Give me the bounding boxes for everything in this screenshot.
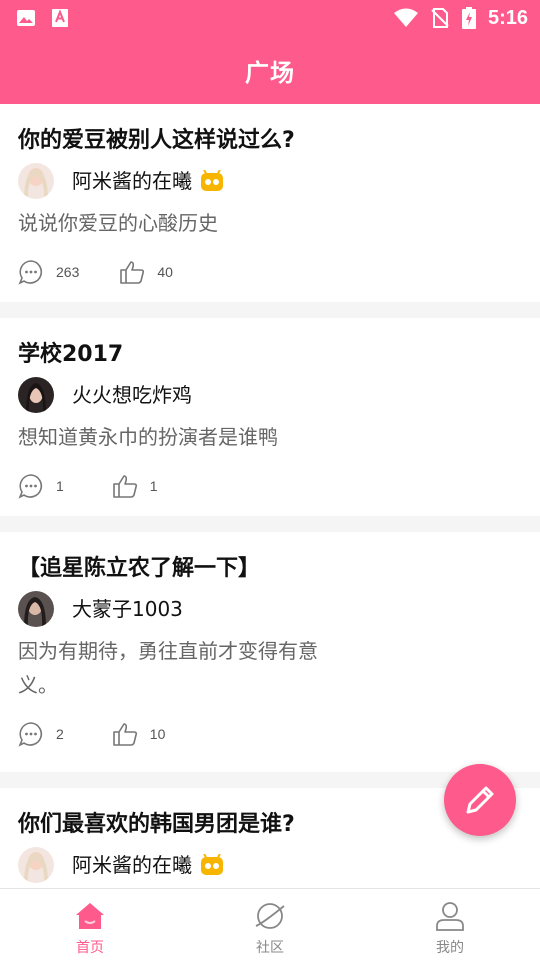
pencil-icon xyxy=(466,786,494,814)
post-title[interactable]: 学校2017 xyxy=(18,340,522,370)
comment-count[interactable]: 263 xyxy=(18,259,79,285)
image-icon xyxy=(17,10,35,26)
tab-label: 首页 xyxy=(76,940,104,956)
author-name[interactable]: 大蒙子1003 xyxy=(72,597,183,621)
post-card[interactable]: 【追星陈立农了解一下】 大蒙子1003 因为有期待，勇往直前才变得有意义。 2 … xyxy=(0,532,540,772)
vip-badge-icon xyxy=(201,170,223,191)
comment-icon xyxy=(18,260,43,285)
planet-icon xyxy=(255,903,285,929)
tab-profile[interactable]: 我的 xyxy=(360,889,540,961)
post-excerpt[interactable]: 说说你爱豆的心酸历史 xyxy=(18,206,348,240)
author-name[interactable]: 阿米酱的在曦 xyxy=(72,853,192,877)
author-name[interactable]: 火火想吃炸鸡 xyxy=(72,383,192,407)
clock: 5:16 xyxy=(487,7,528,29)
avatar[interactable] xyxy=(18,847,54,883)
comment-icon xyxy=(18,722,43,747)
thumbs-up-icon xyxy=(112,475,137,498)
comment-count[interactable]: 2 xyxy=(18,721,64,747)
tab-community[interactable]: 社区 xyxy=(180,889,360,961)
post-excerpt[interactable]: 因为有期待，勇往直前才变得有意义。 xyxy=(18,634,348,702)
post-excerpt[interactable]: 想知道黄永巾的扮演者是谁鸭 xyxy=(18,420,348,454)
author-name[interactable]: 阿米酱的在曦 xyxy=(72,169,192,193)
app-bar: 广场 xyxy=(0,36,540,104)
tab-home[interactable]: 首页 xyxy=(0,889,180,961)
avatar[interactable] xyxy=(18,591,54,627)
thumbs-up-icon xyxy=(112,723,137,746)
avatar[interactable] xyxy=(18,163,54,199)
like-count[interactable]: 10 xyxy=(112,721,165,747)
post-card[interactable]: 你的爱豆被别人这样说过么? 阿米酱的在曦 说说你爱豆的心酸历史 263 40 xyxy=(0,104,540,302)
comment-icon xyxy=(18,474,43,499)
bottom-tab-bar: 首页 社区 我的 xyxy=(0,888,540,961)
vip-badge-icon xyxy=(201,854,223,875)
compose-post-button[interactable] xyxy=(444,764,516,836)
no-sim-icon xyxy=(431,8,449,28)
thumbs-up-icon xyxy=(120,261,145,284)
comment-count[interactable]: 1 xyxy=(18,473,64,499)
app-a-icon xyxy=(52,9,68,27)
tab-label: 我的 xyxy=(436,940,464,956)
post-author[interactable]: 阿米酱的在曦 xyxy=(18,162,522,200)
post-card[interactable]: 学校2017 火火想吃炸鸡 想知道黄永巾的扮演者是谁鸭 1 1 xyxy=(0,318,540,516)
page-title: 广场 xyxy=(245,58,295,87)
post-author[interactable]: 大蒙子1003 xyxy=(18,590,522,628)
wifi-icon xyxy=(393,8,418,27)
post-title[interactable]: 【追星陈立农了解一下】 xyxy=(18,554,522,584)
post-title[interactable]: 你的爱豆被别人这样说过么? xyxy=(18,126,522,156)
home-icon xyxy=(76,903,104,929)
battery-charging-icon xyxy=(461,7,476,29)
post-author[interactable]: 火火想吃炸鸡 xyxy=(18,376,522,414)
post-author[interactable]: 阿米酱的在曦 xyxy=(18,846,522,884)
tab-label: 社区 xyxy=(256,940,284,956)
status-bar: 5:16 xyxy=(0,0,540,36)
user-icon xyxy=(436,902,464,931)
avatar[interactable] xyxy=(18,377,54,413)
like-count[interactable]: 40 xyxy=(119,259,173,285)
like-count[interactable]: 1 xyxy=(112,473,158,499)
